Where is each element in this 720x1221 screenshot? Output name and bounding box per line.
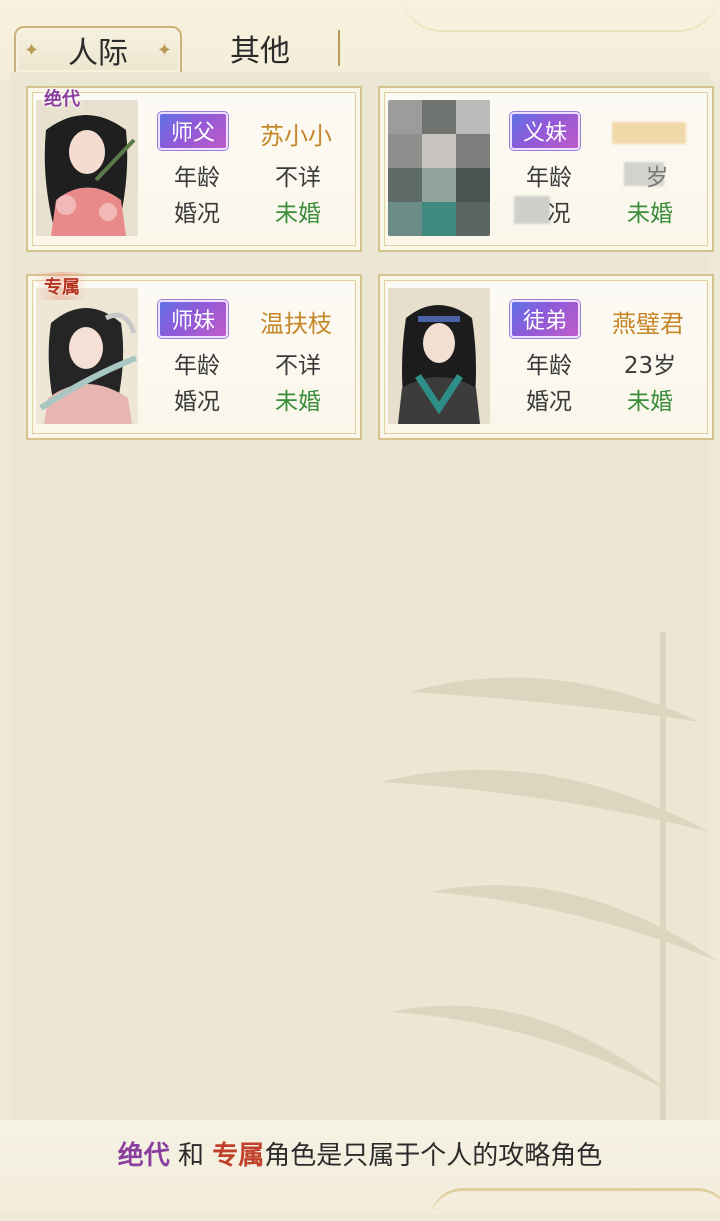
marriage-value: 未婚 — [627, 201, 673, 227]
character-name: 燕璧君 — [612, 310, 684, 338]
age-value: 不详 — [275, 165, 321, 191]
bottom-decoration — [430, 1188, 720, 1221]
character-portrait — [388, 288, 490, 424]
age-label: 年龄 — [526, 353, 572, 379]
character-card[interactable]: 徒弟 燕璧君 年龄 23岁 婚况 未婚 — [378, 274, 714, 440]
age-label: 年龄 — [174, 165, 220, 191]
hint-text: 角色是只属于个人的攻略角色 — [264, 1141, 603, 1171]
relation-tag: 师妹 — [158, 300, 228, 338]
relation-tag: 师父 — [158, 112, 228, 150]
marriage-value: 未婚 — [627, 389, 673, 415]
tab-other[interactable]: 其他 — [200, 26, 320, 70]
character-portrait-blurred — [388, 100, 490, 236]
relation-tag: 义妹 — [510, 112, 580, 150]
marriage-label: 况 — [547, 201, 571, 227]
age-label: 年龄 — [526, 165, 572, 191]
footer-hint: 绝代 和 专属角色是只属于个人的攻略角色 — [0, 1135, 720, 1172]
marriage-value: 未婚 — [275, 389, 321, 415]
tab-label: 人际 — [68, 36, 128, 71]
character-name: 温扶枝 — [260, 310, 332, 338]
age-value: 不详 — [275, 353, 321, 379]
sparkle-icon: ✦ — [156, 40, 172, 61]
juedai-text: 绝代 — [117, 1141, 170, 1171]
relation-tag: 徒弟 — [510, 300, 580, 338]
age-value: 岁 — [645, 165, 669, 191]
character-card[interactable]: 专属 师妹 温扶枝 年龄 不详 婚况 未婚 — [26, 272, 362, 440]
character-card[interactable]: 绝代 师父 苏小小 年龄 不详 婚况 未婚 — [26, 86, 362, 252]
bamboo-watermark — [380, 632, 720, 1152]
character-card[interactable]: 义妹 年龄 岁 况 未婚 — [378, 86, 714, 252]
sparkle-icon: ✦ — [24, 40, 40, 61]
character-name: 苏小小 — [260, 122, 332, 150]
marriage-label: 婚况 — [174, 389, 220, 415]
age-value: 23岁 — [623, 353, 677, 379]
zhuanshu-text: 专属 — [212, 1141, 265, 1171]
marriage-label: 婚况 — [526, 389, 572, 415]
tab-relationships[interactable]: ✦ 人际 ✦ — [14, 26, 182, 72]
marriage-label: 婚况 — [174, 201, 220, 227]
marriage-value: 未婚 — [275, 201, 321, 227]
age-label: 年龄 — [174, 353, 220, 379]
juedai-badge: 绝代 — [44, 89, 80, 110]
character-portrait — [36, 100, 138, 236]
name-censor — [612, 122, 686, 144]
tab-divider — [338, 30, 340, 66]
and-text: 和 — [177, 1141, 204, 1171]
character-portrait — [36, 288, 138, 424]
tab-label: 其他 — [230, 34, 290, 69]
zhuanshu-badge: 专属 — [36, 272, 88, 300]
